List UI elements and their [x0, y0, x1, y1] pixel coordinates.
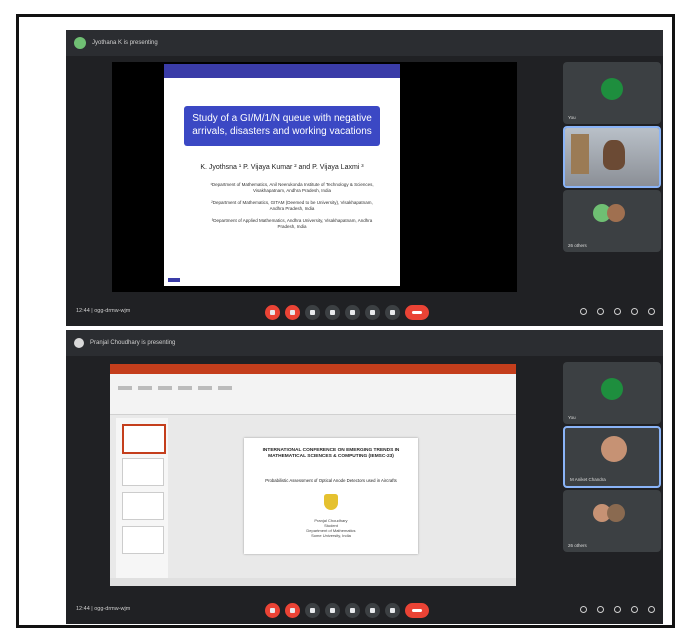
people-icon[interactable] [597, 606, 604, 613]
slide-thumbnail[interactable] [122, 458, 164, 486]
tile-name: You [568, 415, 576, 420]
powerpoint-title-bar [110, 364, 516, 374]
lock-icon[interactable] [648, 308, 655, 315]
others-avatars [593, 204, 629, 224]
meeting-time-code: 12:44 | ogg-drmw-wjm [76, 606, 131, 612]
activities-icon[interactable] [631, 606, 638, 613]
slide-title: Study of a GI/M/1/N queue with negative … [184, 106, 380, 146]
presentation-slide: Study of a GI/M/1/N queue with negative … [164, 64, 400, 286]
participant-tile-others[interactable]: 26 others [563, 190, 661, 252]
presenter-bar: Jyothana K is presenting [66, 30, 663, 56]
avatar [601, 78, 623, 100]
more-icon[interactable] [385, 603, 400, 618]
present-icon[interactable] [365, 603, 380, 618]
camera-off-icon[interactable] [285, 603, 300, 618]
participant-photo [601, 436, 627, 462]
hangup-icon[interactable] [405, 305, 429, 320]
present-icon[interactable] [365, 305, 380, 320]
tile-name: 26 others [568, 543, 587, 548]
affiliation-2: ²Department of Mathematics, GITAM (Deeme… [211, 200, 373, 211]
participant-tile-camera[interactable] [563, 126, 661, 188]
captions-icon[interactable] [305, 305, 320, 320]
presenting-label: Jyothana K is presenting [92, 40, 158, 46]
mic-off-icon[interactable] [265, 603, 280, 618]
background-shelf [571, 134, 589, 174]
participant-video [603, 140, 625, 170]
affiliation-1: ¹Department of Mathematics, Anil Neeruko… [210, 182, 374, 193]
camera-off-icon[interactable] [285, 305, 300, 320]
slide-logo [168, 278, 180, 282]
tile-name: You [568, 115, 576, 120]
more-icon[interactable] [385, 305, 400, 320]
slide-authors: K. Jyothsna ¹ P. Vijaya Kumar ² and P. V… [200, 164, 364, 171]
participant-tile-speaker[interactable]: M Aniket Chandra [563, 426, 661, 488]
powerpoint-window: INTERNATIONAL CONFERENCE ON EMERGING TRE… [110, 364, 516, 586]
others-avatars [593, 504, 629, 524]
captions-icon[interactable] [305, 603, 320, 618]
control-bar: 12:44 | ogg-drmw-wjm [66, 596, 663, 624]
powerpoint-ribbon [110, 374, 516, 415]
avatar [601, 378, 623, 400]
mic-off-icon[interactable] [265, 305, 280, 320]
hangup-icon[interactable] [405, 603, 429, 618]
slide-subtitle: Probabilistic Assessment of Optical Anod… [265, 478, 397, 483]
meet-window-1: Jyothana K is presenting Study of a GI/M… [66, 30, 663, 326]
info-icon[interactable] [580, 308, 587, 315]
tile-name: 26 others [568, 243, 587, 248]
tile-name: M Aniket Chandra [570, 477, 606, 482]
chat-icon[interactable] [614, 308, 621, 315]
slide-title: INTERNATIONAL CONFERENCE ON EMERGING TRE… [262, 448, 400, 459]
presentation-slide: INTERNATIONAL CONFERENCE ON EMERGING TRE… [244, 438, 418, 554]
people-icon[interactable] [597, 308, 604, 315]
hand-icon[interactable] [325, 603, 340, 618]
participant-tile-you[interactable]: You [563, 62, 661, 124]
info-icon[interactable] [580, 606, 587, 613]
university-crest [324, 494, 338, 510]
affiliation-3: ³Department of Applied Mathematics, Andh… [211, 218, 373, 229]
hand-icon[interactable] [325, 305, 340, 320]
powerpoint-status-bar [110, 578, 516, 586]
presenter-bar: Pranjal Choudhary is presenting [66, 330, 663, 356]
slide-thumbnail[interactable] [122, 492, 164, 520]
participant-tile-you[interactable]: You [563, 362, 661, 424]
slide-thumbnail[interactable] [122, 526, 164, 554]
activities-icon[interactable] [631, 308, 638, 315]
slide-header-band [164, 64, 400, 78]
control-bar: 12:44 | ogg-drmw-wjm [66, 298, 663, 326]
slide-thumbnail[interactable] [122, 424, 166, 454]
presenter-avatar [74, 338, 84, 348]
emoji-icon[interactable] [345, 603, 360, 618]
slide-author: Pranjal Choudhary Student Department of … [306, 518, 356, 538]
participant-tile-others[interactable]: 26 others [563, 490, 661, 552]
meet-window-2: Pranjal Choudhary is presenting INTERNAT… [66, 330, 663, 624]
presenter-avatar [74, 37, 86, 49]
slide-thumbnail-pane[interactable] [116, 418, 168, 578]
emoji-icon[interactable] [345, 305, 360, 320]
chat-icon[interactable] [614, 606, 621, 613]
meeting-time-code: 12:44 | ogg-drmw-wjm [76, 308, 131, 314]
presenting-label: Pranjal Choudhary is presenting [90, 340, 176, 346]
lock-icon[interactable] [648, 606, 655, 613]
